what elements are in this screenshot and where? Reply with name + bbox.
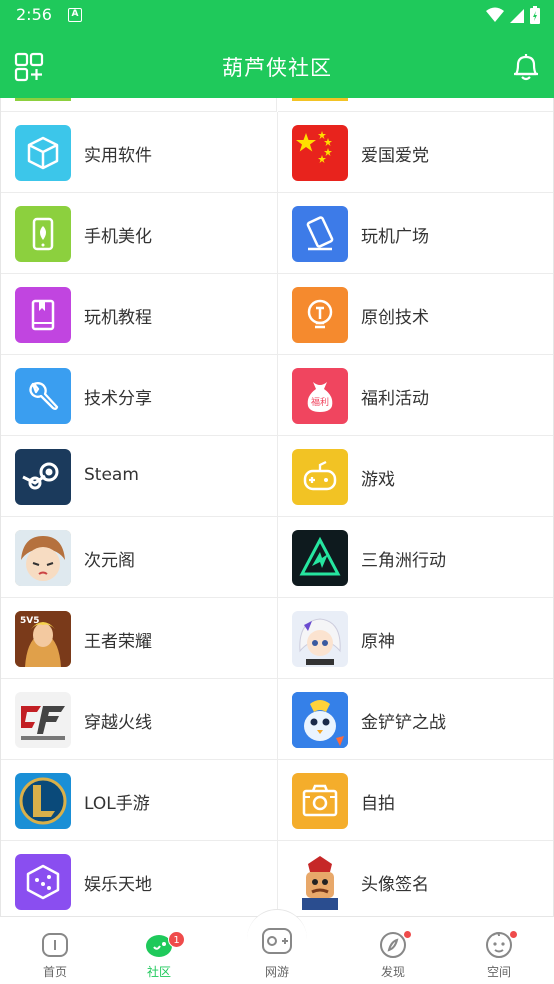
- app-header: 葫芦侠社区: [0, 32, 554, 98]
- home-icon: [42, 933, 68, 957]
- svg-text:福利: 福利: [311, 396, 329, 408]
- category-label: 手机美化: [84, 227, 152, 247]
- grid-scrolled-row: [1, 98, 277, 112]
- nav-online-game[interactable]: 网游: [222, 917, 332, 984]
- golden-spatula-icon: [292, 692, 348, 748]
- category-item[interactable]: 实用软件: [1, 112, 278, 193]
- category-item[interactable]: 玩机广场: [278, 193, 553, 274]
- nav-community[interactable]: 1 社区: [104, 917, 214, 984]
- nav-label: 空间: [486, 965, 511, 979]
- camera-icon: [292, 773, 348, 829]
- category-label: 福利活动: [361, 389, 429, 409]
- lol-icon: [15, 773, 71, 829]
- phone-tilt-icon: [292, 206, 348, 262]
- crossfire-icon: [15, 692, 71, 748]
- book-icon: [15, 287, 71, 343]
- status-time: 2:56: [16, 5, 52, 24]
- steam-icon: [15, 449, 71, 505]
- category-label: 玩机广场: [361, 227, 429, 247]
- china-flag-icon: [292, 125, 348, 181]
- category-label: 次元阁: [84, 551, 135, 571]
- delta-force-icon: [292, 530, 348, 586]
- category-label: 爱国爱党: [361, 146, 429, 166]
- category-label: 实用软件: [84, 146, 152, 166]
- category-item[interactable]: 三角洲行动: [278, 517, 553, 598]
- bulb-icon: [292, 287, 348, 343]
- category-label: 游戏: [361, 470, 395, 490]
- category-item[interactable]: 金铲铲之战: [278, 679, 553, 760]
- category-label: Steam: [84, 465, 139, 485]
- category-label: 三角洲行动: [361, 551, 446, 571]
- bottom-nav: 首页 1 社区 网游 发现 空间: [0, 909, 554, 984]
- category-item[interactable]: 5V5 王者荣耀: [1, 598, 278, 679]
- cube-icon: [15, 125, 71, 181]
- category-item[interactable]: 头像签名: [278, 841, 553, 916]
- category-item[interactable]: 原创技术: [278, 274, 553, 355]
- signal-icon: [510, 9, 524, 23]
- category-item[interactable]: 手机美化: [1, 193, 278, 274]
- svg-text:5V5: 5V5: [20, 616, 40, 626]
- notification-dot: [510, 931, 517, 938]
- category-label: 玩机教程: [84, 308, 152, 328]
- honor-of-kings-icon: 5V5: [15, 611, 71, 667]
- gift-bag-icon: 福利: [292, 368, 348, 424]
- category-label: 原神: [361, 632, 395, 652]
- category-item[interactable]: 爱国爱党: [278, 112, 553, 193]
- category-item[interactable]: 娱乐天地: [1, 841, 278, 916]
- category-item[interactable]: 游戏: [278, 436, 553, 517]
- notification-badge: 1: [168, 931, 185, 948]
- nav-label: 发现: [380, 965, 405, 979]
- battery-icon: [530, 6, 540, 24]
- wifi-icon: [486, 7, 504, 22]
- category-label: 穿越火线: [84, 713, 152, 733]
- page-title: 葫芦侠社区: [222, 56, 332, 80]
- category-label: 头像签名: [361, 875, 429, 895]
- category-item[interactable]: 次元阁: [1, 517, 278, 598]
- nav-space[interactable]: 空间: [444, 917, 554, 984]
- category-item[interactable]: 玩机教程: [1, 274, 278, 355]
- status-icons: [486, 6, 540, 24]
- category-item[interactable]: LOL手游: [1, 760, 278, 841]
- nav-label: 网游: [264, 965, 289, 979]
- category-label: 自拍: [361, 794, 395, 814]
- gamepad-icon: [292, 449, 348, 505]
- avatar-character-icon: [292, 854, 348, 910]
- online-game-icon: [262, 928, 292, 954]
- anime-avatar-icon: [15, 530, 71, 586]
- category-item[interactable]: Steam: [1, 436, 278, 517]
- status-bar: 2:56 A: [0, 0, 554, 32]
- nav-label: 社区: [146, 965, 171, 979]
- category-label: 原创技术: [361, 308, 429, 328]
- notification-dot: [404, 931, 411, 938]
- category-grid: 实用软件 爱国爱党 手机美化 玩机广场 玩机教程 原创技术 技术分享 福利 福利…: [0, 98, 554, 916]
- category-item[interactable]: 技术分享: [1, 355, 278, 436]
- nav-discover[interactable]: 发现: [338, 917, 448, 984]
- category-item[interactable]: 福利 福利活动: [278, 355, 553, 436]
- category-item[interactable]: 原神: [278, 598, 553, 679]
- category-item[interactable]: 自拍: [278, 760, 553, 841]
- nav-home[interactable]: 首页: [0, 917, 110, 984]
- bell-icon[interactable]: [512, 52, 540, 82]
- category-label: 娱乐天地: [84, 875, 152, 895]
- phone-leaf-icon: [15, 206, 71, 262]
- nav-label: 首页: [42, 965, 67, 979]
- category-label: 技术分享: [84, 389, 152, 409]
- category-label: 金铲铲之战: [361, 713, 446, 733]
- grid-scrolled-row: [278, 98, 553, 112]
- category-item[interactable]: 穿越火线: [1, 679, 278, 760]
- dice-icon: [15, 854, 71, 910]
- genshin-icon: [292, 611, 348, 667]
- category-label: LOL手游: [84, 794, 150, 814]
- category-label: 王者荣耀: [84, 632, 152, 652]
- wrench-icon: [15, 368, 71, 424]
- notification-icon: A: [68, 8, 82, 22]
